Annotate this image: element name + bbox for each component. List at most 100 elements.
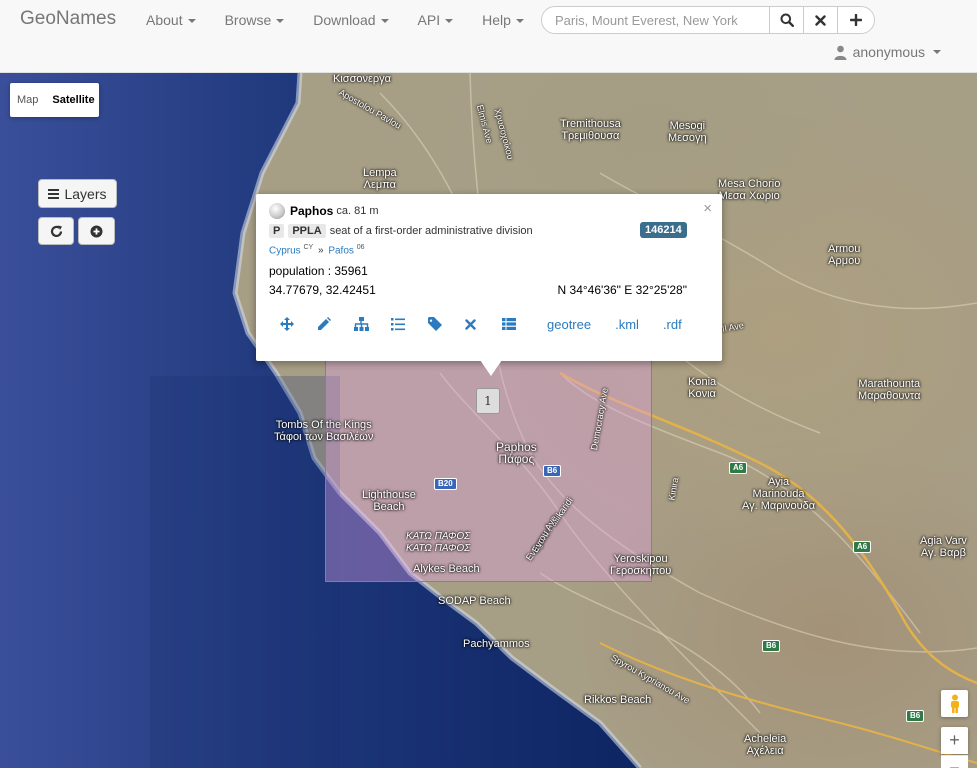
menu-help[interactable]: Help xyxy=(482,12,524,28)
wikipedia-globe-icon[interactable] xyxy=(269,203,285,219)
map-label: Tombs Of the Kings Τάφοι των Βασιλέων xyxy=(274,419,374,443)
refresh-button[interactable] xyxy=(38,217,74,245)
map-label: Rikkos Beach xyxy=(584,694,652,706)
menu-api[interactable]: API xyxy=(418,12,454,28)
table-icon xyxy=(502,318,516,330)
map-label: Lempa Λεμπα xyxy=(363,167,397,191)
menu-download[interactable]: Download xyxy=(313,12,389,28)
plus-circle-icon xyxy=(90,225,103,237)
map-type-satellite[interactable]: Satellite xyxy=(45,94,101,106)
ordered-list-icon xyxy=(391,318,405,331)
place-name: Paphos xyxy=(290,204,334,218)
road-shield: A6 xyxy=(853,541,872,553)
map-label: ΚΑΤΩ ΠΑΦΟΣ ΚΑΤΩ ΠΑΦΟΣ xyxy=(406,531,471,554)
layers-label: Layers xyxy=(64,185,107,202)
menu-browse[interactable]: Browse xyxy=(225,12,285,28)
zoom-in-button[interactable]: + xyxy=(941,727,968,754)
map-label: Paphos Πάφος xyxy=(496,440,537,466)
rdf-link[interactable]: .rdf xyxy=(663,317,682,332)
marker-cluster[interactable]: 1 xyxy=(476,388,500,414)
menu-about-label: About xyxy=(146,12,183,28)
add-place-button[interactable] xyxy=(78,217,115,245)
road-shield: B6 xyxy=(762,640,781,652)
place-info-window: × Paphos ca. 81 m P PPLA seat of a first… xyxy=(256,194,722,361)
map-label: SODAP Beach xyxy=(438,595,511,607)
delete-button[interactable] xyxy=(465,316,502,332)
geonameid-badge[interactable]: 146214 xyxy=(640,222,687,238)
search-group xyxy=(541,6,875,34)
hierarchy-button[interactable] xyxy=(354,316,391,332)
user-menu[interactable]: anonymous xyxy=(834,44,941,60)
map-label: Pachyammos xyxy=(463,638,530,650)
map-label: Tremithousa Τρεμιθουσα xyxy=(560,118,621,142)
caret-down-icon xyxy=(276,19,285,24)
menu-api-label: API xyxy=(417,12,441,28)
bars-icon xyxy=(48,187,60,201)
map-label: Konia Κονια xyxy=(688,376,717,400)
action-toolbar: geotree .kml .rdf xyxy=(280,316,698,332)
country-code: CY xyxy=(303,244,314,251)
place-title-row: Paphos ca. 81 m xyxy=(269,203,379,219)
map-type-map[interactable]: Map xyxy=(10,94,45,106)
map-label: Agia Varv Αγ. Βαρβ xyxy=(920,535,967,559)
advanced-search-button[interactable] xyxy=(837,6,875,34)
menu-download-label: Download xyxy=(313,12,376,28)
close-icon[interactable]: × xyxy=(703,200,712,217)
population: population : 35961 xyxy=(269,264,368,278)
edit-button[interactable] xyxy=(317,316,354,332)
table-button[interactable] xyxy=(502,316,539,332)
satellite-map[interactable]: Map Satellite Layers Κισσονεργα Tremitho… xyxy=(0,73,977,768)
tag-button[interactable] xyxy=(428,316,465,332)
kml-link[interactable]: .kml xyxy=(615,317,639,332)
pegman-icon xyxy=(950,694,959,713)
search-icon xyxy=(780,13,794,27)
remove-icon xyxy=(465,318,476,330)
layers-button[interactable]: Layers xyxy=(38,179,117,208)
decimal-coordinates: 34.77679, 32.42451 xyxy=(269,283,376,297)
pencil-icon xyxy=(318,317,331,330)
dms-coordinates: N 34°46'36" E 32°25'28" xyxy=(557,283,687,297)
map-label: Acheleia Αχέλεια xyxy=(744,733,787,757)
caret-down-icon xyxy=(933,50,941,54)
close-icon xyxy=(815,14,826,26)
clear-search-button[interactable] xyxy=(803,6,838,34)
user-icon xyxy=(834,45,847,60)
road-shield: B6 xyxy=(543,465,562,477)
road-shield: B6 xyxy=(906,710,925,722)
plus-icon xyxy=(850,14,862,26)
refresh-icon xyxy=(50,225,62,237)
road-shield: A6 xyxy=(729,462,748,474)
search-input[interactable] xyxy=(541,6,770,34)
feature-row: P PPLA seat of a first-order administrat… xyxy=(269,224,533,238)
geotree-link[interactable]: geotree xyxy=(547,317,591,332)
menu-about[interactable]: About xyxy=(146,12,196,28)
map-label: Lighthouse Beach xyxy=(362,489,416,513)
map-label: Armou Αρμου xyxy=(828,243,861,267)
map-label: Mesogi Μεσογη xyxy=(668,120,707,144)
caret-down-icon xyxy=(187,19,196,24)
country-link[interactable]: Cyprus xyxy=(269,245,301,256)
map-label: Marathounta Μαραθουντα xyxy=(858,378,921,402)
street-view-pegman[interactable] xyxy=(941,690,968,717)
admin1-link[interactable]: Pafos xyxy=(328,245,354,256)
move-button[interactable] xyxy=(280,316,317,332)
sitemap-icon xyxy=(354,317,369,331)
caret-down-icon xyxy=(380,19,389,24)
main-menu: About Browse Download API Help xyxy=(146,12,553,28)
move-arrows-icon xyxy=(280,317,294,331)
search-button[interactable] xyxy=(769,6,804,34)
info-window-pointer xyxy=(480,360,502,376)
list-button[interactable] xyxy=(391,316,428,332)
breadcrumb-separator: » xyxy=(317,245,324,257)
map-label: Κισσονεργα xyxy=(333,73,391,85)
caret-down-icon xyxy=(515,19,524,24)
map-label: Yeroskipou Γεροσκηπου xyxy=(610,553,672,577)
admin1-code: 06 xyxy=(356,244,365,251)
place-elevation: ca. 81 m xyxy=(336,205,379,217)
caret-down-icon xyxy=(445,19,454,24)
zoom-out-button[interactable]: − xyxy=(941,755,968,768)
feature-description: seat of a first-order administrative div… xyxy=(329,225,533,237)
top-navbar: GeoNames About Browse Download API Help … xyxy=(0,0,977,73)
feature-code: PPLA xyxy=(288,224,326,238)
brand-logo[interactable]: GeoNames xyxy=(20,8,116,30)
